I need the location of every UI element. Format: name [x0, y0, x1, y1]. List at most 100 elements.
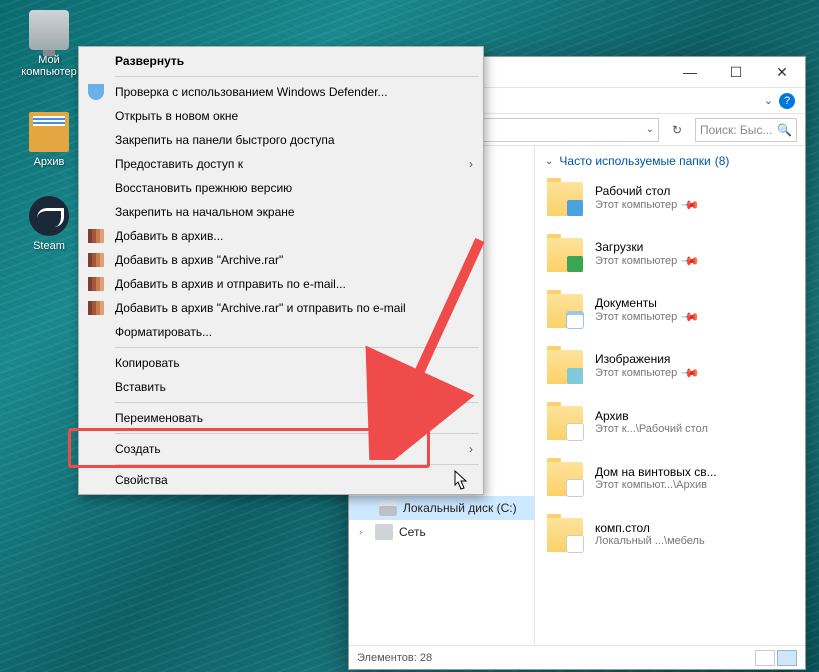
chevron-right-icon: › [469, 442, 473, 456]
context-item-label: Восстановить прежнюю версию [115, 181, 292, 195]
folder-location: Этот компьют...\Архив [595, 479, 717, 491]
context-item[interactable]: Форматировать... [81, 320, 481, 344]
context-item[interactable]: Восстановить прежнюю версию [81, 176, 481, 200]
folder-name: Рабочий стол [595, 184, 698, 198]
winrar-icon [87, 299, 105, 317]
context-separator [115, 464, 479, 465]
folder-icon [545, 514, 585, 554]
folder-icon [545, 458, 585, 498]
folder-icon [545, 178, 585, 218]
winrar-icon [87, 275, 105, 293]
maximize-button[interactable]: ☐ [713, 57, 759, 87]
folder-item[interactable]: ДокументыЭтот компьютер 📌 [545, 288, 795, 332]
folder-name: комп.стол [595, 521, 705, 535]
close-button[interactable]: ✕ [759, 57, 805, 87]
folder-name: Документы [595, 296, 698, 310]
context-item-label: Открыть в новом окне [115, 109, 238, 123]
context-item[interactable]: Открыть в новом окне [81, 104, 481, 128]
pin-icon: 📌 [681, 307, 701, 327]
folder-item[interactable]: Дом на винтовых св...Этот компьют...\Арх… [545, 456, 795, 500]
folder-item[interactable]: ИзображенияЭтот компьютер 📌 [545, 344, 795, 388]
folder-location: Этот к...\Рабочий стол [595, 423, 708, 435]
folder-name: Изображения [595, 352, 698, 366]
context-item-label: Добавить в архив "Archive.rar" [115, 253, 283, 267]
help-icon[interactable]: ? [779, 93, 795, 109]
context-item-label: Свойства [115, 473, 168, 487]
context-item[interactable]: Вставить [81, 375, 481, 399]
chevron-down-icon[interactable]: ⌄ [646, 124, 654, 135]
group-header[interactable]: ⌄ Часто используемые папки (8) [545, 154, 795, 168]
folder-item[interactable]: комп.столЛокальный ...\мебель [545, 512, 795, 556]
view-details-button[interactable] [755, 650, 775, 666]
context-item-label: Добавить в архив и отправить по e-mail..… [115, 277, 346, 291]
desktop-icon-label: Архив [14, 156, 84, 168]
context-item-label: Форматировать... [115, 325, 212, 339]
shield-icon [87, 83, 105, 101]
context-menu: Развернуть Проверка с использованием Wind… [78, 46, 484, 495]
group-title: Часто используемые папки [559, 154, 710, 168]
context-item[interactable]: Предоставить доступ к› [81, 152, 481, 176]
context-item[interactable]: Добавить в архив "Archive.rar" и отправи… [81, 296, 481, 320]
folder-item[interactable]: АрхивЭтот к...\Рабочий стол [545, 400, 795, 444]
context-item-label: Копировать [115, 356, 180, 370]
archive-icon [29, 112, 69, 152]
minimize-button[interactable]: — [667, 57, 713, 87]
folder-icon [545, 234, 585, 274]
winrar-icon [87, 227, 105, 245]
folder-item[interactable]: Рабочий столЭтот компьютер 📌 [545, 176, 795, 220]
context-item[interactable]: Переименовать [81, 406, 481, 430]
folder-name: Дом на винтовых св... [595, 465, 717, 479]
ribbon-collapse-icon[interactable]: ⌄ [764, 94, 773, 107]
folder-location: Этот компьютер 📌 [595, 198, 698, 212]
drive-icon [379, 500, 397, 516]
context-item[interactable]: Добавить в архив "Archive.rar" [81, 248, 481, 272]
folder-item[interactable]: ЗагрузкиЭтот компьютер 📌 [545, 232, 795, 276]
desktop-icon-steam[interactable]: Steam [14, 196, 84, 252]
view-tiles-button[interactable] [777, 650, 797, 666]
context-separator [115, 347, 479, 348]
search-placeholder: Поиск: Быс... [700, 123, 772, 137]
folder-name: Загрузки [595, 240, 698, 254]
desktop-icon-label: Мой компьютер [14, 54, 84, 78]
folder-icon [545, 290, 585, 330]
status-bar: Элементов: 28 [349, 645, 805, 669]
folder-name: Архив [595, 409, 708, 423]
context-separator [115, 402, 479, 403]
nav-item-local-disk[interactable]: Локальный диск (С:) [349, 496, 534, 520]
context-item[interactable]: Закрепить на начальном экране [81, 200, 481, 224]
chevron-down-icon: ⌄ [545, 156, 553, 167]
context-item-label: Проверка с использованием Windows Defend… [115, 85, 388, 99]
folder-location: Локальный ...\мебель [595, 535, 705, 547]
network-icon [375, 524, 393, 540]
nav-item-label: Локальный диск (С:) [403, 501, 517, 515]
status-items-count: 28 [420, 652, 432, 664]
chevron-right-icon: › [469, 157, 473, 171]
folder-icon [545, 402, 585, 442]
context-item-label: Переименовать [115, 411, 203, 425]
context-item-label: Вставить [115, 380, 166, 394]
context-item[interactable]: Добавить в архив... [81, 224, 481, 248]
steam-icon [29, 196, 69, 236]
nav-item-network[interactable]: › Сеть [349, 520, 534, 544]
desktop-icon-archive[interactable]: Архив [14, 112, 84, 168]
context-item[interactable]: Закрепить на панели быстрого доступа [81, 128, 481, 152]
context-item[interactable]: Добавить в архив и отправить по e-mail..… [81, 272, 481, 296]
refresh-button[interactable]: ↻ [665, 118, 689, 142]
pin-icon: 📌 [681, 251, 701, 271]
expand-icon[interactable]: › [359, 527, 369, 538]
context-item-label: Закрепить на панели быстрого доступа [115, 133, 335, 147]
context-item[interactable]: Копировать [81, 351, 481, 375]
folder-location: Этот компьютер 📌 [595, 310, 698, 324]
context-item[interactable]: Создать › [81, 437, 481, 461]
context-item-label: Добавить в архив "Archive.rar" и отправи… [115, 301, 406, 315]
context-item-label: Создать [115, 442, 161, 456]
context-item-label: Закрепить на начальном экране [115, 205, 295, 219]
search-input[interactable]: Поиск: Быс... 🔍 [695, 118, 797, 142]
nav-item-label: Сеть [399, 525, 426, 539]
desktop-icon-label: Steam [14, 240, 84, 252]
desktop-icon-my-computer[interactable]: Мой компьютер [14, 10, 84, 78]
context-item[interactable]: Свойства [81, 468, 481, 492]
context-item[interactable]: Проверка с использованием Windows Defend… [81, 80, 481, 104]
context-item[interactable]: Развернуть [81, 49, 481, 73]
folder-icon [545, 346, 585, 386]
